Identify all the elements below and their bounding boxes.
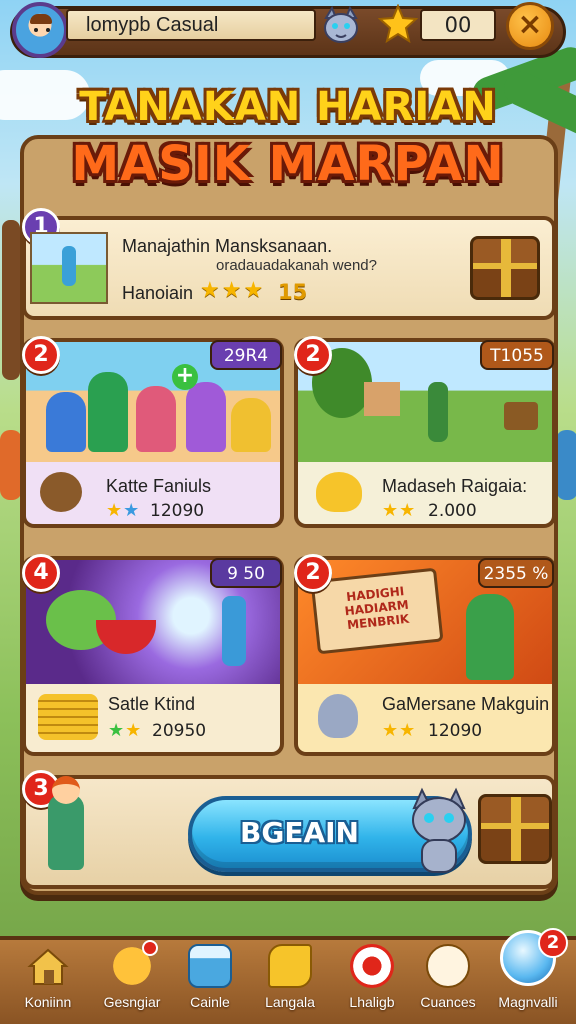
task-label: Madaseh Raigaia:	[382, 476, 528, 496]
task-label: Katte Faniuls	[106, 476, 212, 496]
task-tag: 9 50	[210, 558, 282, 588]
task-number-badge: 4	[22, 554, 60, 592]
nav-item-cainle[interactable]: Cainle	[172, 944, 248, 1024]
task-value: 20950	[152, 721, 207, 741]
nav-item-lhaligb[interactable]: Lhaligb	[334, 944, 410, 1024]
title-line-2: MASIK MARPAN	[71, 136, 505, 192]
nav-item-langala[interactable]: Langala	[252, 944, 328, 1024]
red-bowl	[96, 620, 156, 654]
task-label: Satle Ktind	[108, 694, 196, 714]
featured-task-name: Hanoiain	[122, 283, 194, 303]
home-icon	[26, 944, 70, 988]
task-number-badge: 2	[22, 336, 60, 374]
avatar-eye	[46, 28, 50, 32]
cheese-icon	[268, 944, 312, 988]
cat-mascot-icon	[324, 5, 358, 43]
kid-figure	[88, 372, 128, 452]
cat-figure-icon	[318, 694, 358, 738]
kid-figure	[62, 246, 76, 286]
task-stars: ★★	[382, 720, 417, 741]
avatar-eye	[34, 28, 38, 32]
kid-figure	[231, 398, 271, 452]
chest-band	[481, 823, 549, 829]
task-number-badge: 2	[294, 554, 332, 592]
kid-figure	[46, 392, 86, 452]
featured-task-value: 15	[278, 280, 308, 304]
cat-mascot-icon	[412, 787, 466, 873]
coin-stack-icon	[38, 694, 98, 740]
nav-label: Cuances	[420, 994, 476, 1010]
kid-figure	[186, 382, 226, 452]
nav-item-gesngiar[interactable]: Gesngiar	[94, 940, 170, 1024]
task-stars: ★★	[382, 500, 417, 521]
nav-label: Koniinn	[24, 994, 72, 1010]
featured-task-subtitle: oradauadakanah wend?	[216, 257, 377, 274]
nav-item-magnvalli[interactable]: 2 Magnvalli	[490, 928, 568, 1024]
villager-right	[556, 430, 576, 500]
nav-item-koniinn[interactable]: Koniinn	[10, 944, 86, 1024]
chest-band	[473, 263, 537, 269]
featured-task-title: Manajathin Mansksanaan.	[122, 236, 333, 256]
basket-icon	[188, 944, 232, 988]
villager-left	[0, 430, 22, 500]
house	[364, 382, 400, 416]
nav-label: Magnvalli	[498, 994, 558, 1010]
task-value: 2.000	[428, 501, 477, 521]
chest-small	[504, 402, 538, 430]
chest-band	[511, 797, 521, 861]
star-icon	[378, 4, 418, 44]
target-icon	[350, 944, 394, 988]
nav-item-cuances[interactable]: Cuances	[410, 944, 486, 1024]
score-counter: 00	[420, 9, 496, 41]
kid-figure	[136, 386, 176, 452]
close-button[interactable]: ×	[506, 2, 554, 50]
nav-label: Langala	[265, 994, 315, 1010]
nav-label: Cainle	[190, 994, 230, 1010]
teddy-bear-icon	[40, 472, 82, 512]
title-line-1: TANAKAN HARIAN	[79, 84, 497, 130]
task-number-badge: 2	[294, 336, 332, 374]
featured-task-thumbnail	[30, 232, 108, 304]
player-avatar[interactable]	[12, 2, 68, 58]
plus-icon: +	[172, 364, 198, 390]
notification-badge	[142, 940, 158, 956]
featured-task-stars: ★★★	[200, 278, 266, 303]
avatar-hair	[30, 14, 52, 24]
task-tag: T1055	[480, 340, 554, 370]
kid-head	[52, 776, 80, 804]
running-kid-figure	[48, 776, 84, 870]
task-value: 12090	[150, 501, 205, 521]
tree-left	[2, 220, 20, 380]
promo-sign: HADIGHI HADIARM MENBRIK	[310, 567, 444, 655]
kid-figure	[428, 382, 448, 442]
task-tag: 2355 %	[478, 558, 554, 588]
player-name: lomypb Casual	[66, 9, 316, 41]
task-label: GaMersane Makguin	[382, 694, 550, 714]
nav-label: Lhaligb	[349, 994, 395, 1010]
task-stars: ★★	[106, 500, 141, 521]
cat-plush-icon	[316, 472, 362, 512]
task-tag: 29R4	[210, 340, 282, 370]
cat-face-icon	[426, 944, 470, 988]
nav-label: Gesngiar	[103, 994, 161, 1010]
task-value: 12090	[428, 721, 483, 741]
notification-badge: 2	[538, 928, 568, 958]
kid-figure	[222, 596, 246, 666]
treasure-chest-icon	[470, 236, 540, 300]
treasure-chest-icon	[478, 794, 552, 864]
task-stars: ★★	[108, 720, 143, 741]
kid-figure	[466, 594, 514, 680]
